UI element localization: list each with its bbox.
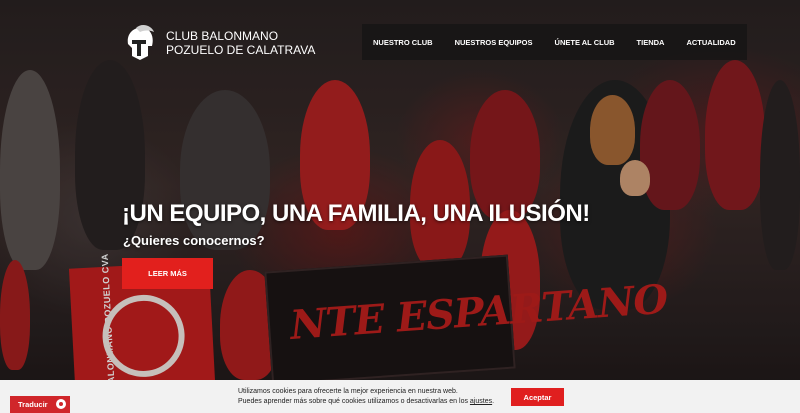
- cookie-line2: Puedes aprender más sobre qué cookies ut…: [238, 397, 494, 407]
- cookie-settings-link[interactable]: ajustes: [470, 398, 492, 405]
- spartan-helmet-icon[interactable]: [122, 24, 156, 64]
- translate-icon: [56, 399, 66, 409]
- nav-item-unete-al-club[interactable]: ÚNETE AL CLUB: [544, 38, 626, 47]
- translate-label: Traducir: [18, 400, 48, 409]
- cookie-line1: Utilizamos cookies para ofrecerte la mej…: [238, 388, 458, 395]
- cookie-line2-prefix: Puedes aprender más sobre qué cookies ut…: [238, 398, 468, 405]
- nav-item-nuestros-equipos[interactable]: NUESTROS EQUIPOS: [444, 38, 544, 47]
- hero-subheadline: ¿Quieres conocernos?: [123, 233, 265, 248]
- nav-item-nuestro-club[interactable]: NUESTRO CLUB: [362, 38, 444, 47]
- translate-button[interactable]: Traducir: [10, 396, 70, 413]
- hero-headline: ¡UN EQUIPO, UNA FAMILIA, UNA ILUSIÓN!: [122, 200, 590, 227]
- club-name[interactable]: CLUB BALONMANO POZUELO DE CALATRAVA: [166, 29, 315, 57]
- club-name-line1: CLUB BALONMANO: [166, 29, 279, 43]
- cookie-message: Utilizamos cookies para ofrecerte la mej…: [238, 387, 494, 407]
- nav-item-actualidad[interactable]: ACTUALIDAD: [675, 38, 746, 47]
- cookie-line2-suffix: .: [492, 398, 495, 405]
- main-nav: NUESTRO CLUB NUESTROS EQUIPOS ÚNETE AL C…: [362, 24, 747, 60]
- nav-item-tienda[interactable]: TIENDA: [626, 38, 676, 47]
- cookie-banner: Utilizamos cookies para ofrecerte la mej…: [0, 380, 800, 413]
- club-name-line2: POZUELO DE CALATRAVA: [166, 43, 316, 57]
- accept-cookies-button[interactable]: Aceptar: [511, 388, 564, 406]
- leer-mas-button[interactable]: LEER MÁS: [122, 258, 213, 289]
